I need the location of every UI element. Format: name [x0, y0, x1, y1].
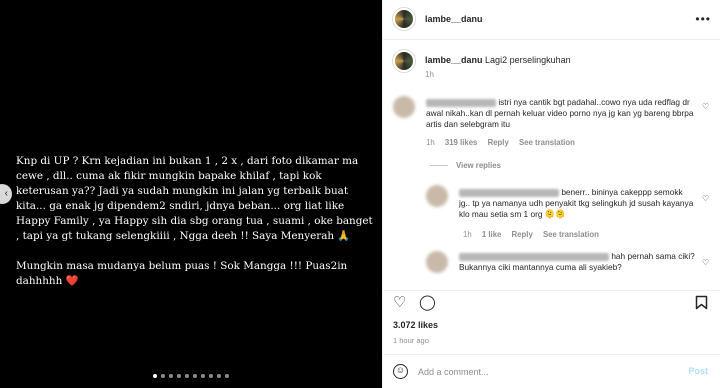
heart-emoji: ❤️: [65, 275, 79, 287]
media-paragraph-1: Knp di UP ? Krn kejadian ini bukan 1 , 2…: [16, 155, 373, 242]
post-actions: ♡ ◯: [382, 290, 720, 320]
view-replies-link[interactable]: View replies: [430, 161, 501, 170]
comment-avatar[interactable]: [393, 96, 415, 118]
header-username[interactable]: lambe__danu: [425, 14, 483, 24]
caption-text: Lagi2 perselingkuhan: [485, 55, 571, 65]
carousel-dots: [0, 374, 382, 378]
carousel-dot: [209, 374, 213, 378]
comment-avatar[interactable]: [426, 251, 448, 273]
carousel-dot: [201, 374, 205, 378]
heart-icon[interactable]: ♡: [702, 102, 709, 111]
carousel-dot: [177, 374, 181, 378]
carousel-dot: [153, 374, 157, 378]
carousel-dot: [169, 374, 173, 378]
post-time: 1 hour ago: [393, 336, 429, 345]
comment-meta: 1h 1 like Reply See translation: [463, 230, 713, 239]
caption: lambe__danu Lagi2 perselingkuhan: [425, 55, 571, 65]
carousel-dot: [193, 374, 197, 378]
see-translation-link[interactable]: See translation: [519, 138, 575, 147]
comment-likes[interactable]: 319 likes: [445, 138, 478, 147]
reply-button[interactable]: Reply: [512, 230, 533, 239]
comment-body: benerr.. bininya cakeppp semokk jg.. tp …: [459, 187, 695, 220]
carousel-dot: [185, 374, 189, 378]
emoji-icon[interactable]: ☺: [393, 364, 408, 379]
caption-username[interactable]: lambe__danu: [425, 55, 483, 65]
carousel-dot: [217, 374, 221, 378]
caption-time: 1h: [425, 70, 434, 79]
comment-input[interactable]: [418, 363, 668, 381]
see-translation-link[interactable]: See translation: [543, 230, 599, 239]
post-header: lambe__danu •••: [383, 0, 720, 40]
comment-username-blurred[interactable]: [459, 252, 609, 261]
caption-avatar[interactable]: [393, 50, 415, 72]
carousel-dot: [161, 374, 165, 378]
like-icon[interactable]: ♡: [393, 293, 406, 313]
media-paragraph-2: Mungkin masa mudanya belum puas ! Sok Ma…: [16, 259, 376, 289]
carousel-dot: [225, 374, 229, 378]
media-text: Knp di UP ? Krn kejadian ini bukan 1 , 2…: [16, 154, 376, 304]
more-options-icon[interactable]: •••: [695, 12, 711, 26]
carousel-prev-button[interactable]: ‹: [0, 184, 12, 204]
comment-username-blurred[interactable]: [459, 188, 559, 197]
reply-button[interactable]: Reply: [488, 138, 509, 147]
heart-icon[interactable]: ♡: [702, 258, 709, 267]
post-media[interactable]: Knp di UP ? Krn kejadian ini bukan 1 , 2…: [0, 0, 382, 388]
comment-avatar[interactable]: [426, 185, 448, 207]
comment-body: istri nya cantik bgt padahal..cowo nya u…: [426, 97, 696, 130]
bookmark-icon[interactable]: [695, 295, 708, 316]
comment-username-blurred[interactable]: [426, 98, 496, 107]
comment-body: hah pernah sama ciki? Bukannya ciki mant…: [459, 251, 695, 273]
comment-meta: 1h 319 likes Reply See translation: [426, 138, 696, 147]
add-comment-bar: ☺ Post: [382, 354, 720, 388]
comment-icon[interactable]: ◯: [419, 293, 436, 313]
likes-count[interactable]: 3.072 likes: [393, 320, 438, 330]
comment-time: 1h: [463, 230, 472, 239]
heart-icon[interactable]: ♡: [702, 194, 709, 203]
comment-time: 1h: [426, 138, 435, 147]
comment-likes[interactable]: 1 like: [482, 230, 502, 239]
post-button[interactable]: Post: [688, 366, 708, 376]
avatar[interactable]: [393, 8, 415, 30]
